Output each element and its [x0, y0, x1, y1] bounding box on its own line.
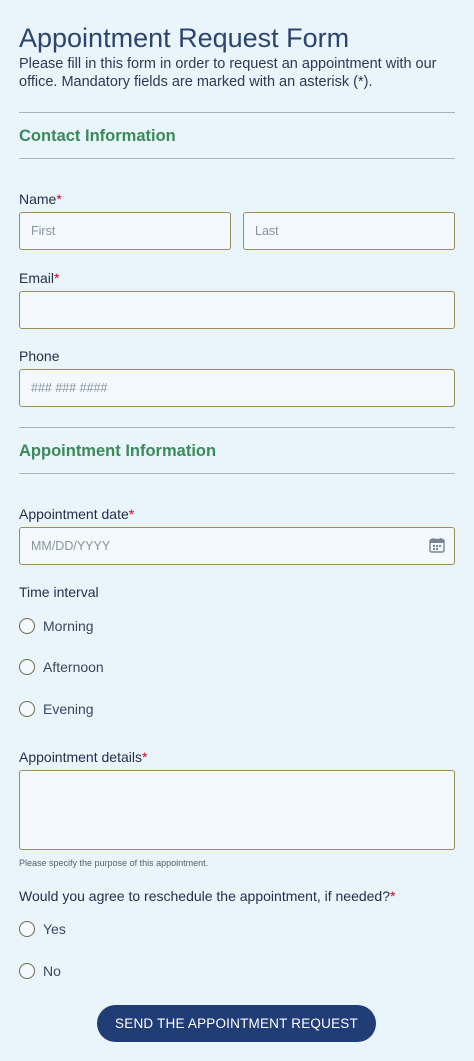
time-option-evening[interactable]: Evening	[19, 699, 94, 719]
required-asterisk: *	[54, 270, 60, 286]
contact-section-heading: Contact Information	[19, 127, 176, 145]
radio-button[interactable]	[19, 963, 35, 979]
details-hint: Please specify the purpose of this appoi…	[19, 858, 209, 868]
last-name-input[interactable]	[243, 212, 455, 250]
radio-button[interactable]	[19, 659, 35, 675]
submit-button[interactable]: SEND THE APPOINTMENT REQUEST	[97, 1005, 376, 1042]
form-description: Please fill in this form in order to req…	[19, 56, 437, 90]
radio-button[interactable]	[19, 701, 35, 717]
appointment-details-textarea[interactable]	[19, 770, 455, 850]
appointment-section-heading: Appointment Information	[19, 442, 217, 460]
email-label: Email*	[19, 270, 59, 286]
name-label-text: Name	[19, 191, 57, 207]
radio-button[interactable]	[19, 921, 35, 937]
divider	[19, 158, 455, 159]
reschedule-option-yes[interactable]: Yes	[19, 919, 66, 939]
calendar-icon[interactable]	[429, 537, 445, 553]
radio-label: No	[43, 963, 61, 979]
radio-label: Afternoon	[43, 659, 104, 675]
divider	[19, 473, 455, 474]
radio-label: Morning	[43, 618, 94, 634]
name-label: Name*	[19, 191, 62, 207]
appointment-date-label-text: Appointment date	[19, 506, 129, 522]
appointment-date-label: Appointment date*	[19, 506, 134, 522]
time-option-morning[interactable]: Morning	[19, 616, 94, 636]
radio-label: Yes	[43, 921, 66, 937]
appointment-details-label-text: Appointment details	[19, 749, 142, 765]
appointment-date-input[interactable]	[19, 527, 455, 565]
required-asterisk: *	[390, 888, 396, 904]
email-input[interactable]	[19, 291, 455, 329]
divider	[19, 112, 455, 113]
form-title: Appointment Request Form	[19, 23, 350, 53]
first-name-input[interactable]	[19, 212, 231, 250]
time-interval-label: Time interval	[19, 584, 99, 600]
reschedule-label-text: Would you agree to reschedule the appoin…	[19, 888, 390, 904]
required-asterisk: *	[56, 191, 62, 207]
time-option-afternoon[interactable]: Afternoon	[19, 657, 104, 677]
appointment-details-label: Appointment details*	[19, 749, 147, 765]
email-label-text: Email	[19, 270, 55, 286]
required-asterisk: *	[128, 506, 135, 522]
divider	[19, 427, 455, 428]
reschedule-option-no[interactable]: No	[19, 961, 61, 981]
required-asterisk: *	[141, 749, 148, 765]
phone-input[interactable]	[19, 369, 455, 407]
radio-label: Evening	[43, 701, 94, 717]
reschedule-label: Would you agree to reschedule the appoin…	[19, 888, 395, 904]
radio-button[interactable]	[19, 618, 35, 634]
phone-label: Phone	[19, 348, 60, 364]
